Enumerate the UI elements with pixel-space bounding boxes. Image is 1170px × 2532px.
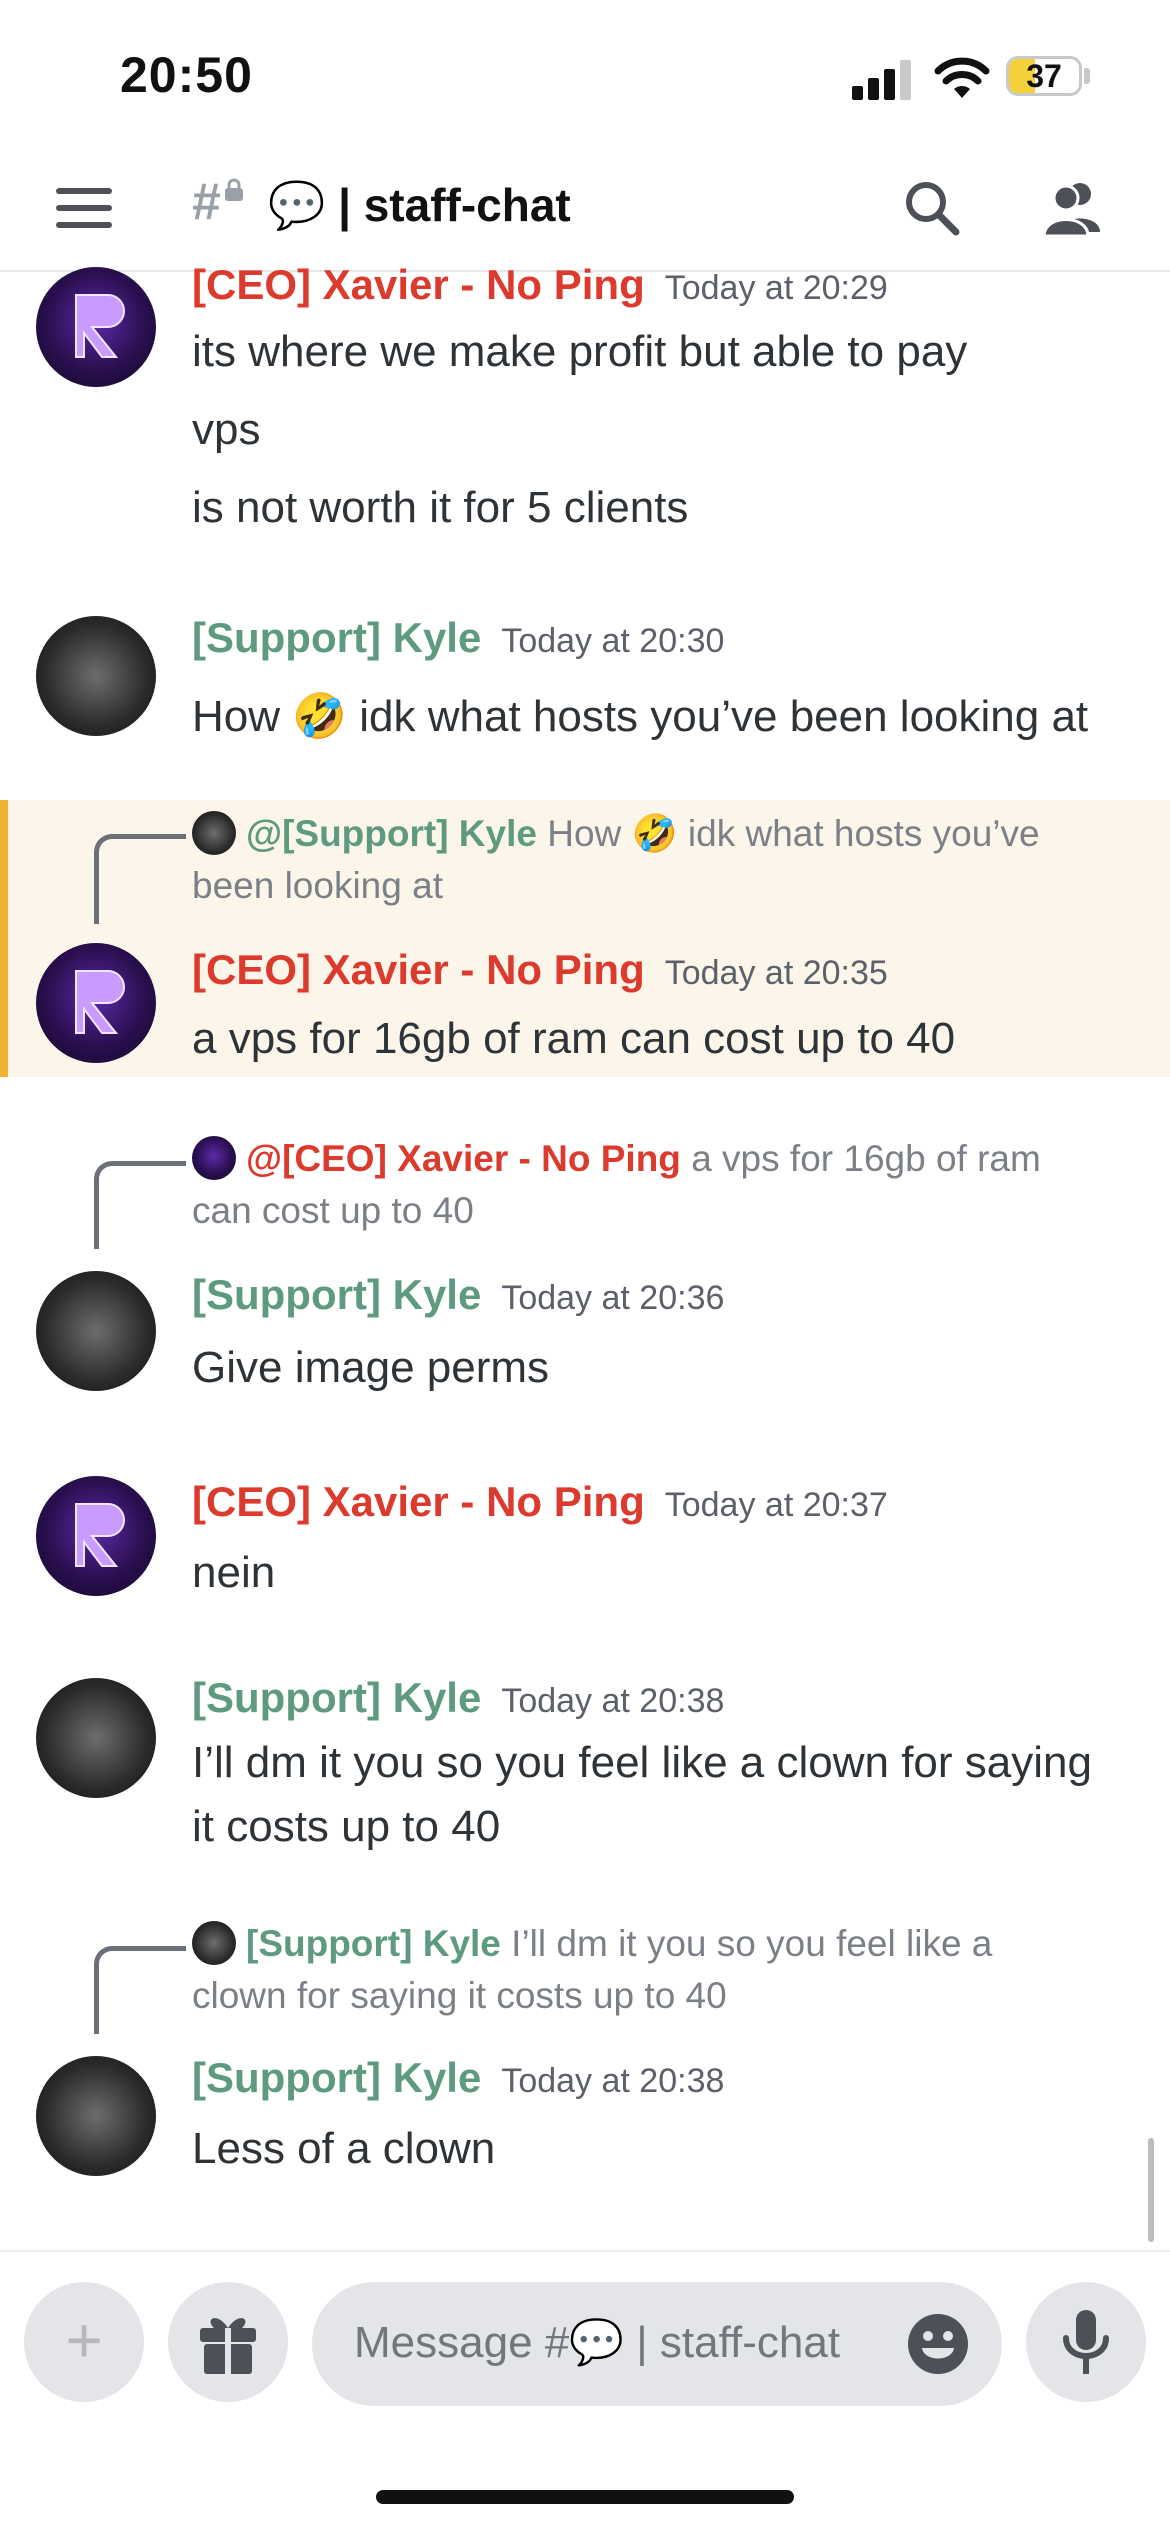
author-name[interactable]: [Support] Kyle [192,1271,481,1318]
message-placeholder: Message #💬 | staff-chat [354,2318,841,2367]
reply-avatar [192,1136,236,1180]
lock-icon [225,178,243,201]
hamburger-menu-icon[interactable] [56,186,112,230]
author-name[interactable]: [Support] Kyle [192,2054,481,2101]
battery-nub [1084,68,1090,84]
message-text: its where we make profit but able to pay [192,327,968,376]
reply-connector [94,1946,186,2034]
author-line: [CEO] Xavier - No Ping Today at 20:29 [192,261,888,309]
reply-text: I’ll dm it you so you feel like a [511,1923,993,1964]
reply-connector [94,1161,186,1249]
reply-text: a vps for 16gb of ram [691,1138,1041,1179]
message-text: Give image perms [192,1343,550,1392]
message-text: a vps for 16gb of ram can cost up to 40 [192,1014,956,1063]
timestamp: Today at 20:37 [664,1486,888,1524]
reply-text: How 🤣 idk what hosts you’ve [547,813,1040,854]
r-logo-icon [75,294,125,358]
author-name[interactable]: [CEO] Xavier - No Ping [192,261,645,308]
author-line: [Support] Kyle Today at 20:30 [192,614,724,662]
author-line: [CEO] Xavier - No Ping Today at 20:35 [192,946,888,994]
timestamp: Today at 20:38 [501,1682,725,1720]
message-composer: + Message #💬 | staff-chat [0,2250,1170,2412]
avatar[interactable] [36,267,156,387]
reply-preview[interactable]: @[Support] Kyle How 🤣 idk what hosts you… [192,808,1132,912]
message-input[interactable]: Message #💬 | staff-chat [312,2282,1002,2406]
message-text: vps [192,405,261,454]
reply-text: can cost up to 40 [192,1190,474,1231]
author-line: [Support] Kyle Today at 20:38 [192,2054,724,2102]
channel-name: | staff-chat [338,179,571,231]
author-line: [Support] Kyle Today at 20:38 [192,1674,724,1722]
battery-indicator: 37 [1006,56,1082,96]
reply-avatar [192,811,236,855]
reply-text: clown for saying it costs up to 40 [192,1975,727,2016]
reply-preview[interactable]: [Support] Kyle I’ll dm it you so you fee… [192,1918,1132,2022]
author-name[interactable]: [CEO] Xavier - No Ping [192,946,645,993]
gift-button[interactable] [168,2282,288,2402]
message-text: I’ll dm it you so you feel like a clown … [192,1738,1092,1787]
author-line: [CEO] Xavier - No Ping Today at 20:37 [192,1478,888,1526]
timestamp: Today at 20:30 [501,622,725,660]
reply-author: [Support] Kyle [246,1923,501,1964]
reply-text: been looking at [192,865,443,906]
speech-bubble-emoji: 💬 [268,179,326,231]
status-time: 20:50 [120,47,253,103]
timestamp: Today at 20:38 [501,2062,725,2100]
author-name[interactable]: [Support] Kyle [192,614,481,661]
message-text: How 🤣 idk what hosts you’ve been looking… [192,692,1089,741]
timestamp: Today at 20:29 [664,269,888,307]
author-name[interactable]: [Support] Kyle [192,1674,481,1721]
search-icon[interactable] [900,176,964,240]
channel-hash: # [192,173,221,231]
members-icon[interactable] [1040,176,1104,240]
message-text: it costs up to 40 [192,1802,501,1851]
avatar[interactable] [36,2056,156,2176]
avatar[interactable] [36,943,156,1063]
reply-connector [94,834,186,924]
microphone-button[interactable] [1026,2282,1146,2402]
microphone-icon [1063,2310,1109,2374]
r-logo-icon [75,970,125,1034]
timestamp: Today at 20:35 [664,954,888,992]
message-text: nein [192,1548,276,1597]
status-bar: 20:50 37 [0,0,1170,150]
reply-avatar [192,1921,236,1965]
avatar[interactable] [36,1678,156,1798]
channel-header: # 💬 | staff-chat [0,150,1170,272]
channel-title[interactable]: 💬 | staff-chat [268,178,571,233]
message-text: is not worth it for 5 clients [192,483,689,532]
emoji-icon[interactable] [906,2312,970,2376]
wifi-icon [934,57,990,98]
message-text: Less of a clown [192,2124,496,2173]
reply-author: @[CEO] Xavier - No Ping [246,1138,681,1179]
r-logo-icon [75,1503,125,1567]
scrollbar[interactable] [1148,2138,1154,2242]
avatar[interactable] [36,1271,156,1391]
author-line: [Support] Kyle Today at 20:36 [192,1271,724,1319]
reply-preview[interactable]: @[CEO] Xavier - No Ping a vps for 16gb o… [192,1133,1132,1237]
avatar[interactable] [36,1476,156,1596]
author-name[interactable]: [CEO] Xavier - No Ping [192,1478,645,1525]
plus-icon[interactable]: + [24,2282,144,2402]
battery-percent: 37 [1026,58,1062,94]
home-indicator[interactable] [376,2490,794,2504]
gift-icon [200,2318,256,2374]
avatar[interactable] [36,616,156,736]
cellular-signal-icon [852,60,914,100]
reply-author: @[Support] Kyle [246,813,537,854]
timestamp: Today at 20:36 [501,1279,725,1317]
